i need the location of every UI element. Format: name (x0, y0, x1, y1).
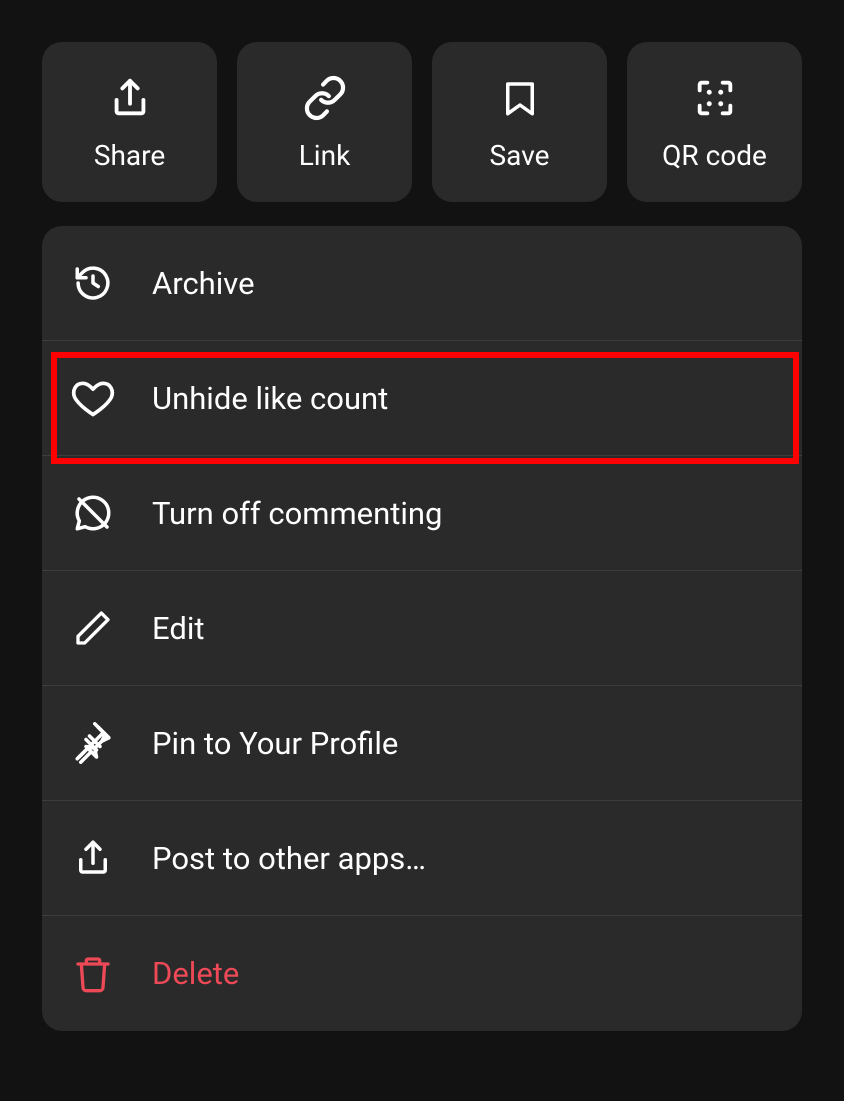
share-button[interactable]: Share (42, 42, 217, 202)
heart-icon (70, 375, 116, 421)
save-label: Save (490, 139, 550, 172)
share-label: Share (94, 139, 165, 172)
edit-label: Edit (152, 610, 205, 647)
qr-code-icon (690, 73, 740, 123)
pin-icon (70, 720, 116, 766)
qr-code-label: QR code (662, 139, 767, 172)
delete-label: Delete (152, 955, 239, 992)
trash-icon (70, 951, 116, 997)
unhide-like-count-item[interactable]: Unhide like count (42, 341, 802, 456)
save-button[interactable]: Save (432, 42, 607, 202)
link-button[interactable]: Link (237, 42, 412, 202)
pencil-icon (70, 605, 116, 651)
share-icon (105, 73, 155, 123)
link-label: Link (299, 139, 351, 172)
delete-item[interactable]: Delete (42, 916, 802, 1031)
link-icon (300, 73, 350, 123)
pin-label: Pin to Your Profile (152, 725, 398, 762)
edit-item[interactable]: Edit (42, 571, 802, 686)
archive-item[interactable]: Archive (42, 226, 802, 341)
share-up-icon (70, 835, 116, 881)
pin-to-profile-item[interactable]: Pin to Your Profile (42, 686, 802, 801)
post-to-other-apps-label: Post to other apps… (152, 840, 426, 877)
bookmark-icon (495, 73, 545, 123)
post-to-other-apps-item[interactable]: Post to other apps… (42, 801, 802, 916)
top-action-row: Share Link Save (42, 42, 802, 202)
turn-off-commenting-item[interactable]: Turn off commenting (42, 456, 802, 571)
menu-list: Archive Unhide like count Turn off comme… (42, 226, 802, 1031)
unhide-like-count-label: Unhide like count (152, 380, 388, 417)
archive-icon (70, 260, 116, 306)
qr-code-button[interactable]: QR code (627, 42, 802, 202)
archive-label: Archive (152, 265, 255, 302)
comment-off-icon (70, 490, 116, 536)
turn-off-commenting-label: Turn off commenting (152, 495, 442, 532)
